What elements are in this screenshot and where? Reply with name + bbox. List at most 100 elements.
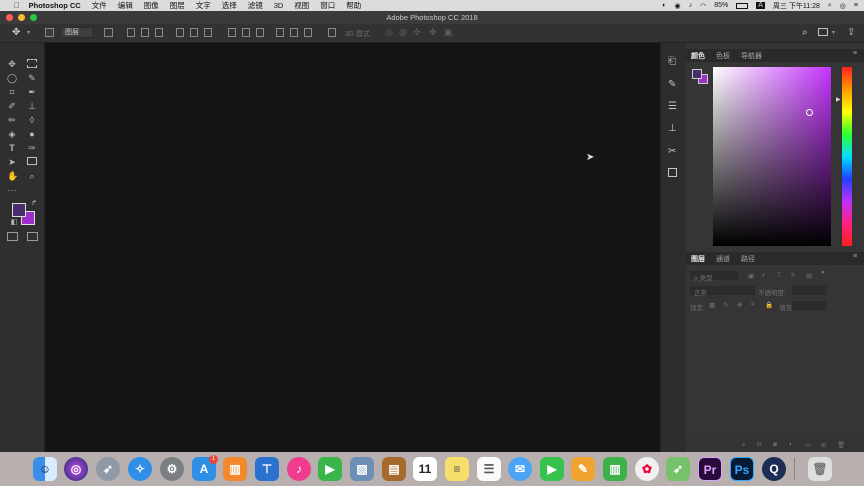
type-tool-icon[interactable]: T: [7, 143, 17, 153]
fill-field[interactable]: [792, 301, 826, 310]
tab-swatches[interactable]: 色板: [716, 51, 730, 61]
input-method[interactable]: A: [756, 2, 765, 9]
tab-color[interactable]: 颜色: [691, 51, 705, 61]
clock[interactable]: 周三 下午11:28: [773, 1, 820, 11]
filter-smart-object-icon[interactable]: ▤: [806, 272, 812, 280]
search-icon[interactable]: ⌕: [802, 27, 808, 38]
launchpad-icon[interactable]: ➶: [96, 457, 120, 481]
notebook-icon[interactable]: ▤: [382, 457, 406, 481]
more-tools-icon[interactable]: ···: [7, 185, 17, 195]
zoom-button[interactable]: [30, 14, 37, 21]
filter-type-icon[interactable]: T: [777, 272, 781, 279]
distribute-bottom-icon[interactable]: [256, 28, 264, 37]
panel-menu-icon[interactable]: ≡: [853, 50, 857, 57]
add-mask-icon[interactable]: ◙: [773, 441, 777, 448]
paint-bucket-tool-icon[interactable]: ◈: [7, 129, 17, 139]
filter-pixel-icon[interactable]: ▣: [748, 272, 754, 280]
stamp-tool-icon[interactable]: ⊥: [27, 101, 37, 111]
new-layer-icon[interactable]: ⊞: [821, 441, 826, 449]
quick-select-tool-icon[interactable]: ✎: [27, 73, 37, 83]
status-icon-1[interactable]: ◐: [662, 2, 666, 9]
preview-icon[interactable]: ▧: [350, 457, 374, 481]
minimize-button[interactable]: [18, 14, 25, 21]
notes-icon[interactable]: ≡: [445, 457, 469, 481]
layers-list[interactable]: [686, 314, 864, 436]
align-vcenter-icon[interactable]: [141, 28, 149, 37]
distribute-top-icon[interactable]: [228, 28, 236, 37]
tab-navigator[interactable]: 导航器: [741, 51, 762, 61]
new-group-icon[interactable]: ▭: [805, 441, 811, 449]
numbers-icon[interactable]: ▥: [603, 457, 627, 481]
finder-icon[interactable]: ☺: [33, 457, 57, 481]
align-left-icon[interactable]: [176, 28, 184, 37]
panel-menu-icon[interactable]: ≡: [853, 253, 857, 260]
filter-adjustment-icon[interactable]: ◐: [762, 272, 766, 279]
photoshop-icon[interactable]: Ps: [730, 457, 754, 481]
properties-icon[interactable]: [668, 168, 677, 177]
align-bottom-icon[interactable]: [155, 28, 163, 37]
move-tool-icon[interactable]: ✥: [12, 27, 20, 38]
opacity-field[interactable]: [792, 286, 826, 295]
align-right-icon[interactable]: [204, 28, 212, 37]
rectangle-tool-icon[interactable]: [27, 157, 37, 165]
brush-settings-icon[interactable]: ✎: [668, 79, 676, 90]
maps-icon[interactable]: ➶: [666, 457, 690, 481]
clone-source-icon[interactable]: ⊥: [668, 123, 677, 134]
facetime-icon[interactable]: ▶: [540, 457, 564, 481]
eraser-tool-icon[interactable]: ◊: [27, 115, 37, 125]
delete-layer-icon[interactable]: 🗑: [837, 441, 845, 449]
lasso-tool-icon[interactable]: ◯: [7, 73, 17, 83]
tool-presets-icon[interactable]: ✂: [668, 146, 676, 157]
kind-filter-dropdown[interactable]: ρ 类型: [690, 271, 738, 282]
path-selection-tool-icon[interactable]: ➤: [7, 157, 17, 167]
menu-filter[interactable]: 滤镜: [248, 0, 263, 11]
calendar-icon[interactable]: 11: [413, 457, 437, 481]
tab-layers[interactable]: 图层: [691, 254, 705, 264]
chevron-down-icon[interactable]: ▾: [832, 29, 835, 36]
layer-style-icon[interactable]: fx: [757, 441, 762, 448]
distribute-left-icon[interactable]: [276, 28, 284, 37]
siri-icon[interactable]: ◎: [840, 2, 846, 10]
menu-window[interactable]: 窗口: [320, 0, 335, 11]
siri-icon[interactable]: ◎: [64, 457, 88, 481]
workspace-icon[interactable]: [818, 28, 828, 36]
align-top-icon[interactable]: [127, 28, 135, 37]
quick-mask-icon[interactable]: [7, 232, 18, 241]
status-icon-2[interactable]: ◉: [675, 2, 681, 10]
safari-icon[interactable]: ✧: [128, 457, 152, 481]
move-tool-icon[interactable]: ✥: [7, 59, 17, 69]
trash-icon[interactable]: 🗑: [808, 457, 832, 481]
link-layers-icon[interactable]: ⚭: [741, 441, 746, 449]
lock-image-icon[interactable]: ✎: [723, 301, 728, 309]
books-icon[interactable]: ▥: [223, 457, 247, 481]
battery-level[interactable]: 85%: [714, 2, 728, 9]
wifi-icon[interactable]: ◠: [700, 2, 706, 10]
3d-scale-icon[interactable]: ▣: [444, 27, 453, 38]
transform-controls-checkbox[interactable]: [104, 28, 113, 37]
healing-brush-tool-icon[interactable]: ✐: [7, 101, 17, 111]
zoom-tool-icon[interactable]: ⌕: [27, 171, 37, 181]
search-icon[interactable]: ⌕: [828, 2, 832, 10]
menu-file[interactable]: 文件: [92, 0, 107, 11]
filter-shape-icon[interactable]: ⌗: [791, 272, 795, 280]
menu-layer[interactable]: 图层: [170, 0, 185, 11]
app-menu[interactable]: Photoshop CC: [29, 1, 81, 10]
photos-icon[interactable]: ✿: [635, 457, 659, 481]
menu-3d[interactable]: 3D: [274, 1, 284, 10]
hue-slider[interactable]: [842, 67, 852, 246]
3d-roll-icon[interactable]: ◍: [399, 27, 407, 38]
tab-paths[interactable]: 路径: [741, 254, 755, 264]
keynote-icon[interactable]: ⊤: [255, 457, 279, 481]
quicktime-icon[interactable]: Q: [762, 457, 786, 481]
menu-help[interactable]: 帮助: [346, 0, 361, 11]
status-icon-3[interactable]: ♪: [689, 2, 693, 9]
menu-select[interactable]: 选择: [222, 0, 237, 11]
system-preferences-icon[interactable]: ⚙: [160, 457, 184, 481]
eyedropper-tool-icon[interactable]: ✒: [27, 87, 37, 97]
auto-align-icon[interactable]: [328, 28, 336, 37]
menu-image[interactable]: 图像: [144, 0, 159, 11]
menu-type[interactable]: 文字: [196, 0, 211, 11]
distribute-right-icon[interactable]: [304, 28, 312, 37]
reminders-icon[interactable]: ☰: [477, 457, 501, 481]
video-player-icon[interactable]: ▶: [318, 457, 342, 481]
